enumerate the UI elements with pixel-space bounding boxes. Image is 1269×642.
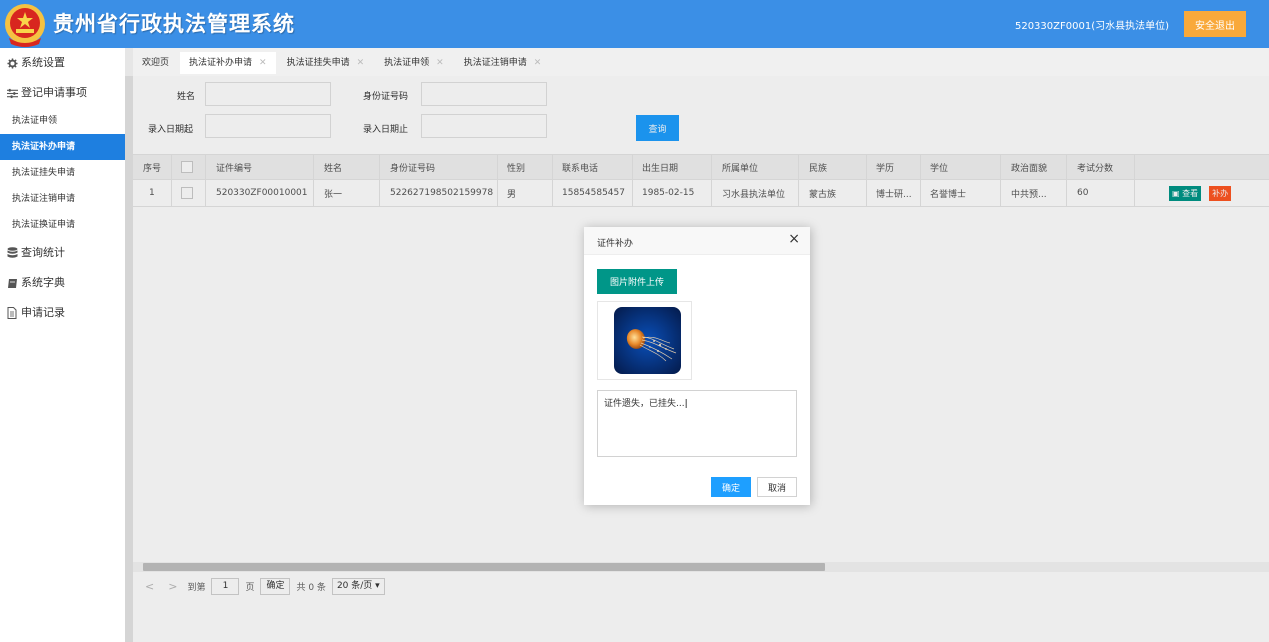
- tab-label: 欢迎页: [142, 58, 170, 68]
- logout-button[interactable]: 安全退出: [1184, 11, 1246, 37]
- tab-reissue[interactable]: 执法证补办申请 ✕: [180, 52, 276, 74]
- sidebar-item-report-loss[interactable]: 执法证挂失申请: [0, 160, 125, 186]
- sidebar-group-query-stats[interactable]: 查询统计: [0, 238, 125, 268]
- close-icon[interactable]: ✕: [436, 58, 444, 68]
- close-icon[interactable]: ✕: [534, 58, 542, 68]
- book-icon: [6, 277, 18, 289]
- sidebar-item-renew[interactable]: 执法证换证申请: [0, 212, 125, 238]
- upload-image-button[interactable]: 图片附件上传: [597, 269, 677, 294]
- confirm-button[interactable]: 确定: [711, 477, 751, 497]
- database-icon: [6, 247, 18, 259]
- sidebar-group-label: 登记申请事项: [21, 86, 87, 99]
- tab-report-loss[interactable]: 执法证挂失申请 ✕: [277, 52, 374, 74]
- sidebar-group-label: 系统字典: [21, 276, 65, 289]
- gear-icon: [6, 57, 18, 69]
- sidebar: 系统设置 登记申请事项 执法证申领 执法证补办申请 执法证挂失申请 执法证注销申…: [0, 48, 125, 642]
- app-title: 贵州省行政执法管理系统: [53, 12, 295, 36]
- cancel-button[interactable]: 取消: [757, 477, 797, 497]
- sidebar-group-system-settings[interactable]: 系统设置: [0, 48, 125, 78]
- tab-label: 执法证注销申请: [463, 58, 527, 68]
- sidebar-group-records[interactable]: 申请记录: [0, 298, 125, 328]
- tab-welcome[interactable]: 欢迎页: [133, 52, 179, 74]
- top-header: 贵州省行政执法管理系统 520330ZF0001(习水县执法单位) 安全退出: [0, 0, 1269, 48]
- close-icon[interactable]: ✕: [357, 58, 365, 68]
- sidebar-item-apply[interactable]: 执法证申领: [0, 108, 125, 134]
- dialog-header: 证件补办 ×: [584, 227, 810, 255]
- sidebar-item-reissue[interactable]: 执法证补办申请: [0, 134, 125, 160]
- national-emblem-icon: [5, 4, 45, 47]
- tab-bar: 欢迎页 执法证补办申请 ✕ 执法证挂失申请 ✕ 执法证申领 ✕ 执法证注销申请 ✕: [133, 52, 552, 74]
- remark-textarea[interactable]: 证件遗失，已挂失...|: [597, 390, 797, 457]
- tab-label: 执法证申领: [384, 58, 430, 68]
- dialog-title: 证件补办: [597, 239, 634, 249]
- close-icon[interactable]: ×: [788, 231, 800, 247]
- sidebar-group-label: 申请记录: [21, 306, 65, 319]
- sidebar-item-cancel[interactable]: 执法证注销申请: [0, 186, 125, 212]
- sliders-icon: [6, 87, 18, 99]
- sidebar-group-registration[interactable]: 登记申请事项: [0, 78, 125, 108]
- close-icon[interactable]: ✕: [259, 58, 267, 68]
- tab-label: 执法证补办申请: [189, 58, 253, 68]
- sidebar-group-label: 查询统计: [21, 246, 65, 259]
- document-icon: [6, 307, 18, 319]
- current-user: 520330ZF0001(习水县执法单位): [1014, 21, 1169, 32]
- sidebar-group-label: 系统设置: [21, 56, 65, 69]
- image-preview: [597, 301, 692, 380]
- tab-apply[interactable]: 执法证申领 ✕: [375, 52, 453, 74]
- tab-label: 执法证挂失申请: [286, 58, 350, 68]
- jellyfish-thumbnail: [614, 307, 681, 374]
- sidebar-group-dictionary[interactable]: 系统字典: [0, 268, 125, 298]
- remark-text: 证件遗失，已挂失...: [604, 399, 685, 409]
- reissue-dialog: 证件补办 × 图片附件上传 证件遗失，已挂失...| 确定 取消: [584, 227, 810, 505]
- tab-cancel[interactable]: 执法证注销申请 ✕: [454, 52, 551, 74]
